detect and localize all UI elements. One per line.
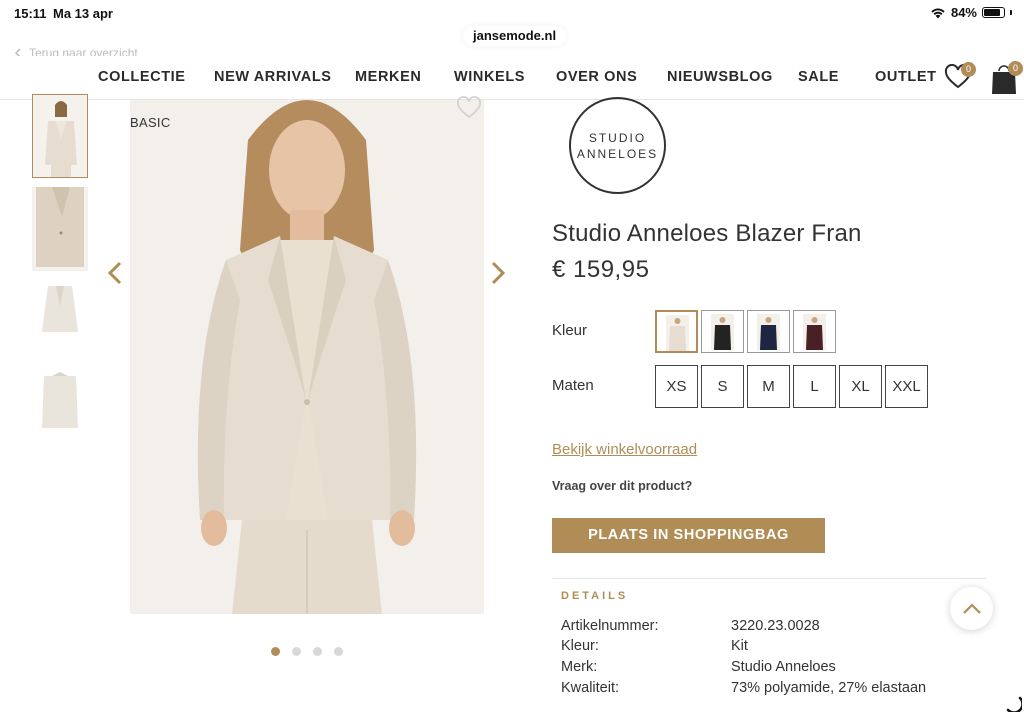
nav-item-over-ons[interactable]: OVER ONS — [556, 69, 637, 85]
thumbnail-2[interactable] — [32, 187, 88, 271]
url-bar[interactable]: jansemode.nl — [463, 26, 567, 46]
add-to-wishlist-button[interactable] — [456, 96, 482, 120]
pagination-dot[interactable] — [334, 647, 343, 656]
brand-logo[interactable]: STUDIO ANNELOES — [569, 97, 666, 194]
thumbnail-image — [32, 278, 88, 362]
thumbnail-4[interactable] — [32, 366, 88, 450]
size-label: Maten — [552, 377, 594, 394]
store-stock-link[interactable]: Bekijk winkelvoorraad — [552, 441, 697, 458]
gallery-prev-button[interactable] — [104, 260, 126, 286]
heart-outline-icon — [457, 96, 481, 119]
detail-label-quality: Kwaliteit: — [561, 680, 620, 696]
detail-label-article-number: Artikelnummer: — [561, 618, 659, 634]
product-label-badge: BASIC — [130, 115, 171, 130]
color-swatch-black[interactable] — [701, 310, 744, 353]
nav-item-collectie[interactable]: COLLECTIE — [98, 69, 186, 85]
thumbnail-image — [33, 95, 87, 177]
size-option-s[interactable]: S — [701, 365, 744, 408]
nav-item-new-arrivals[interactable]: NEW ARRIVALS — [214, 69, 332, 85]
main-nav: COLLECTIE NEW ARRIVALS MERKEN WINKELS OV… — [0, 56, 1024, 100]
size-option-xxl[interactable]: XXL — [885, 365, 928, 408]
pagination-dot[interactable] — [313, 647, 322, 656]
gallery-pagination — [271, 647, 343, 656]
status-date: Ma 13 apr — [53, 6, 113, 21]
product-title: Studio Anneloes Blazer Fran — [552, 220, 862, 247]
brand-logo-line: ANNELOES — [576, 146, 659, 161]
size-option-l[interactable]: L — [793, 365, 836, 408]
swatch-image — [757, 314, 780, 350]
color-swatch-kit[interactable] — [655, 310, 698, 353]
chevron-right-icon — [491, 261, 506, 285]
size-option-m[interactable]: M — [747, 365, 790, 408]
color-swatch-navy[interactable] — [747, 310, 790, 353]
battery-level — [984, 9, 1000, 16]
swatch-image — [803, 314, 826, 350]
pagination-dot[interactable] — [271, 647, 280, 656]
status-bar: 15:11 Ma 13 apr 84% — [0, 0, 1024, 26]
battery-percentage: 84% — [950, 5, 977, 20]
status-indicators: 84% — [930, 5, 1012, 20]
add-to-bag-button[interactable]: PLAATS IN SHOPPINGBAG — [552, 518, 825, 553]
size-option-xl[interactable]: XL — [839, 365, 882, 408]
wishlist-button[interactable]: 0 — [944, 62, 976, 90]
details-heading: DETAILS — [561, 590, 629, 602]
color-swatch-burgundy[interactable] — [793, 310, 836, 353]
shopping-bag-button[interactable]: 0 — [990, 61, 1023, 94]
detail-value-color: Kit — [731, 638, 748, 654]
chevron-up-icon — [962, 602, 981, 614]
chevron-left-icon — [107, 261, 122, 285]
bag-count-badge: 0 — [1008, 61, 1023, 76]
detail-label-color: Kleur: — [561, 638, 599, 654]
thumbnail-image — [32, 187, 88, 271]
product-main-image[interactable] — [130, 100, 484, 614]
swatch-image — [666, 315, 689, 351]
color-label: Kleur — [552, 322, 588, 339]
swatch-image — [711, 314, 734, 350]
wifi-icon — [931, 8, 945, 18]
wishlist-count-badge: 0 — [961, 62, 976, 77]
detail-value-quality: 73% polyamide, 27% elastaan — [731, 680, 927, 696]
nav-item-nieuwsblog[interactable]: NIEUWSBLOG — [667, 69, 773, 85]
thumbnail-1[interactable] — [32, 94, 88, 178]
loading-spinner-icon — [1006, 696, 1022, 712]
thumbnail-3[interactable] — [32, 278, 88, 362]
nav-item-outlet[interactable]: OUTLET — [875, 69, 937, 85]
details-divider — [552, 578, 986, 579]
brand-logo-line: STUDIO — [588, 130, 647, 145]
product-photo — [130, 100, 484, 614]
size-option-xs[interactable]: XS — [655, 365, 698, 408]
pagination-dot[interactable] — [292, 647, 301, 656]
scroll-to-top-button[interactable] — [950, 587, 993, 630]
nav-item-sale[interactable]: SALE — [798, 69, 839, 85]
thumbnail-image — [32, 366, 88, 450]
nav-item-merken[interactable]: MERKEN — [355, 69, 421, 85]
detail-label-brand: Merk: — [561, 659, 598, 675]
status-time: 15:11 — [14, 6, 47, 21]
battery-icon — [982, 7, 1005, 18]
product-price: € 159,95 — [552, 256, 650, 283]
battery-nub — [1010, 10, 1012, 15]
nav-item-winkels[interactable]: WINKELS — [454, 69, 525, 85]
gallery-next-button[interactable] — [487, 260, 509, 286]
detail-value-brand: Studio Anneloes — [731, 659, 836, 675]
detail-value-article-number: 3220.23.0028 — [731, 618, 820, 634]
ask-question-link[interactable]: Vraag over dit product? — [552, 479, 692, 493]
